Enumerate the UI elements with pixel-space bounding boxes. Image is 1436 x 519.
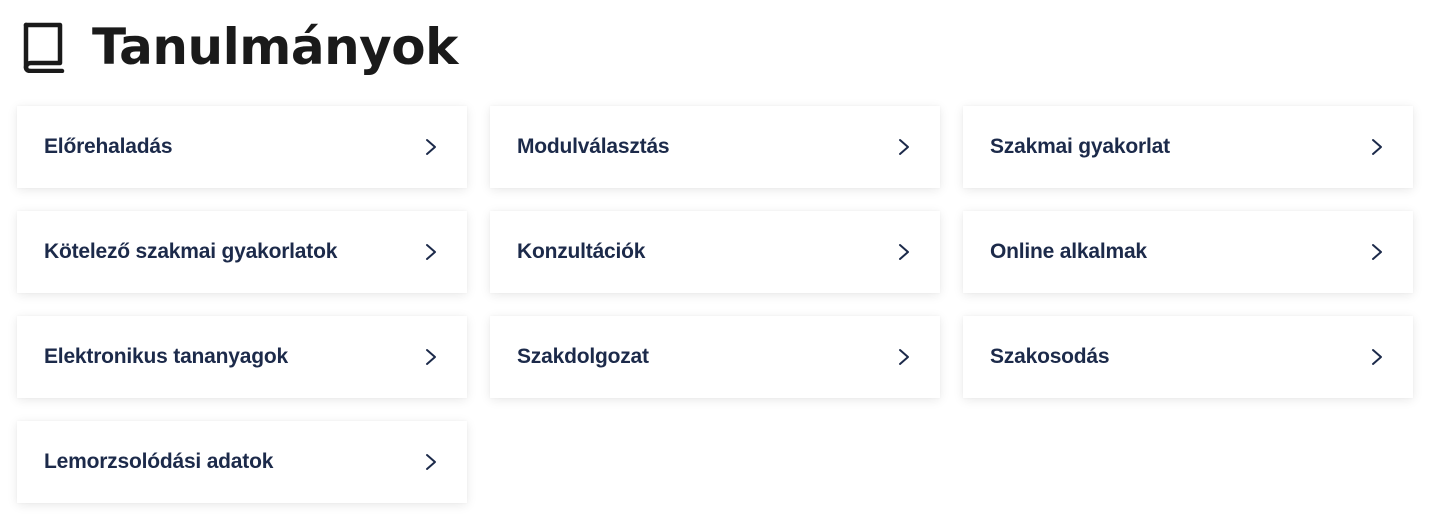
- card-label: Szakosodás: [990, 345, 1110, 368]
- card-szakmai-gyakorlat[interactable]: Szakmai gyakorlat: [963, 106, 1413, 188]
- card-label: Online alkalmak: [990, 240, 1147, 263]
- chevron-right-icon: [1371, 138, 1383, 156]
- chevron-right-icon: [425, 243, 437, 261]
- card-label: Szakdolgozat: [517, 345, 649, 368]
- card-label: Konzultációk: [517, 240, 646, 263]
- card-label: Előrehaladás: [44, 135, 173, 158]
- card-elorehaladas[interactable]: Előrehaladás: [17, 106, 467, 188]
- card-label: Szakmai gyakorlat: [990, 135, 1170, 158]
- card-modulvalasztas[interactable]: Modulválasztás: [490, 106, 940, 188]
- book-icon: [20, 21, 68, 73]
- card-konzultaciok[interactable]: Konzultációk: [490, 211, 940, 293]
- chevron-right-icon: [898, 348, 910, 366]
- card-kotelezo-szakmai-gyakorlatok[interactable]: Kötelező szakmai gyakorlatok: [17, 211, 467, 293]
- chevron-right-icon: [425, 348, 437, 366]
- chevron-right-icon: [898, 243, 910, 261]
- chevron-right-icon: [898, 138, 910, 156]
- card-szakdolgozat[interactable]: Szakdolgozat: [490, 316, 940, 398]
- page-title: Tanulmányok: [92, 18, 458, 76]
- study-menu-grid: Előrehaladás Modulválasztás Szakmai gyak…: [17, 106, 1413, 503]
- card-lemorzsolodasi-adatok[interactable]: Lemorzsolódási adatok: [17, 421, 467, 503]
- chevron-right-icon: [1371, 243, 1383, 261]
- card-elektronikus-tananyagok[interactable]: Elektronikus tananyagok: [17, 316, 467, 398]
- card-label: Lemorzsolódási adatok: [44, 450, 274, 473]
- card-online-alkalmak[interactable]: Online alkalmak: [963, 211, 1413, 293]
- card-label: Kötelező szakmai gyakorlatok: [44, 240, 338, 263]
- chevron-right-icon: [425, 453, 437, 471]
- page-header: Tanulmányok: [20, 14, 458, 80]
- chevron-right-icon: [1371, 348, 1383, 366]
- chevron-right-icon: [425, 138, 437, 156]
- card-szakosodas[interactable]: Szakosodás: [963, 316, 1413, 398]
- card-label: Elektronikus tananyagok: [44, 345, 288, 368]
- card-label: Modulválasztás: [517, 135, 670, 158]
